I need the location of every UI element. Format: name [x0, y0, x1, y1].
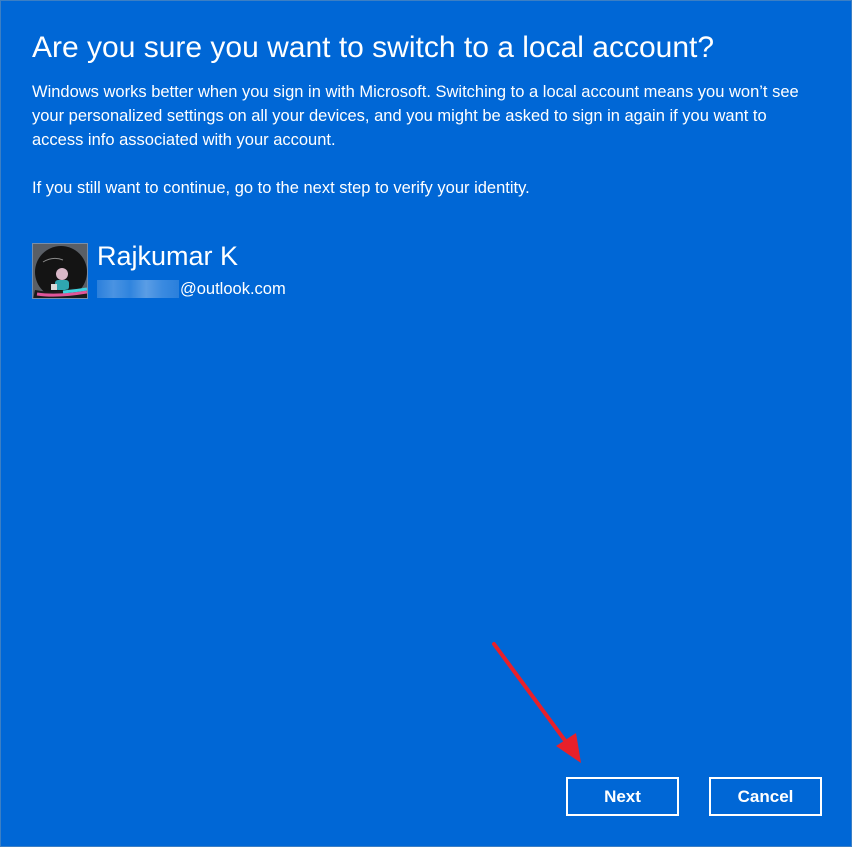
- dialog-title: Are you sure you want to switch to a loc…: [32, 31, 715, 64]
- dialog-instruction: If you still want to continue, go to the…: [32, 179, 530, 197]
- dialog-description: Windows works better when you sign in wi…: [32, 83, 799, 149]
- account-email-domain: @outlook.com: [180, 280, 286, 298]
- switch-to-local-account-dialog: Are you sure you want to switch to a loc…: [0, 0, 852, 847]
- account-email: @outlook.com: [97, 278, 286, 300]
- cancel-button[interactable]: Cancel: [709, 777, 822, 816]
- redacted-email-username: [97, 280, 179, 298]
- user-avatar-icon: [33, 244, 87, 298]
- next-button[interactable]: Next: [566, 777, 679, 816]
- avatar: [32, 243, 88, 299]
- account-name: Rajkumar K: [97, 241, 239, 271]
